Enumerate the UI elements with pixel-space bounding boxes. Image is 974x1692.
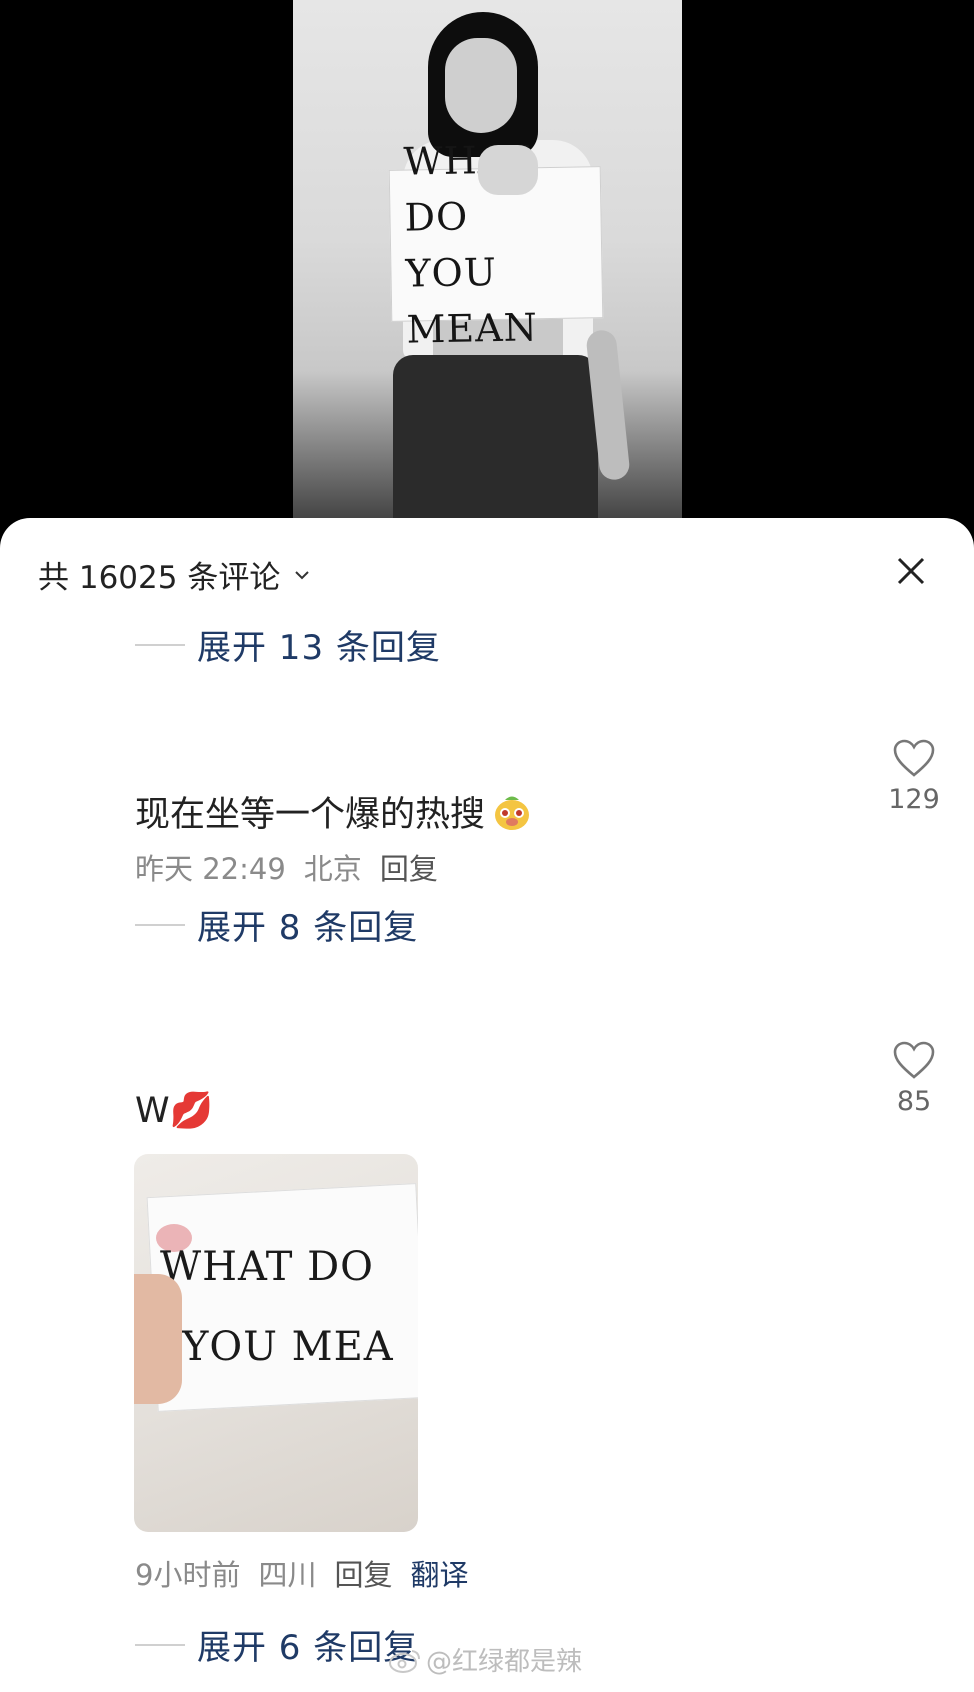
comment-count-toggle[interactable]: 共 16025 条评论 [38,552,312,597]
comment-count-label: 共 16025 条评论 [38,560,281,596]
heart-icon [893,1041,935,1079]
expand-replies-label: 展开 13 条回复 [197,628,441,668]
expand-replies-3[interactable]: 展开 6 条回复 [135,1620,418,1669]
reply-button[interactable]: 回复 [380,846,438,888]
image-paper [146,1183,418,1412]
reply-button[interactable]: 回复 [334,1552,392,1594]
comment-meta-2: 昨天 22:49 北京 回复 [135,846,456,888]
comment-time: 9小时前 [135,1558,241,1592]
mascot-emoji-icon [495,796,530,830]
expand-replies-2[interactable]: 展开 8 条回复 [135,900,418,949]
comment-body: 现在坐等一个爆的热搜 [135,795,486,835]
image-text-line-1: WHAT DO [160,1244,374,1290]
figure-face [445,38,517,133]
figure-fist [478,145,538,195]
expand-replies-label: 展开 8 条回复 [197,908,419,948]
close-button[interactable] [888,548,934,594]
video-frame[interactable]: WHAT DO YOU MEAN [293,0,682,530]
comment-text-2: 现在坐等一个爆的热搜 [135,786,533,837]
expand-divider [135,923,185,926]
expand-divider [135,1643,185,1646]
translate-button[interactable]: 翻译 [410,1552,468,1594]
like-count: 129 [888,784,940,815]
expand-replies-1[interactable]: 展开 13 条回复 [135,620,441,669]
screen: WHAT DO YOU MEAN 共 16025 条评论 展开 13 条回复 1… [0,0,974,1692]
figure-pants [393,355,598,530]
sign-line-2: YOU MEAN [405,249,539,352]
expand-divider [135,643,185,646]
close-icon [897,557,925,585]
weibo-logo-icon [388,1649,420,1673]
like-button-3[interactable]: 85 [879,1040,949,1117]
comment-body: W💋 [135,1091,214,1131]
like-count: 85 [896,1086,932,1117]
watermark-text: @红绿都是辣 [425,1647,582,1677]
chevron-down-icon [295,570,310,579]
watermark: @红绿都是辣 [388,1641,582,1678]
video-area[interactable]: WHAT DO YOU MEAN [0,0,974,530]
comment-location: 北京 [303,852,362,886]
comment-meta-3: 9小时前 四川 回复 翻译 [135,1552,487,1594]
image-hand [134,1274,182,1404]
comment-text-3: W💋 [135,1090,213,1131]
comment-image[interactable]: WHAT DO YOU MEA [134,1154,418,1532]
like-button-2[interactable]: 129 [879,738,949,815]
expand-replies-label: 展开 6 条回复 [197,1628,419,1668]
comment-time: 昨天 22:49 [135,852,286,886]
comment-location: 四川 [258,1558,317,1592]
image-text-line-2: YOU MEA [182,1324,394,1370]
comment-sheet: 共 16025 条评论 展开 13 条回复 129 现在坐等一个爆的热搜 昨天 … [0,518,974,1692]
heart-icon [893,739,935,777]
